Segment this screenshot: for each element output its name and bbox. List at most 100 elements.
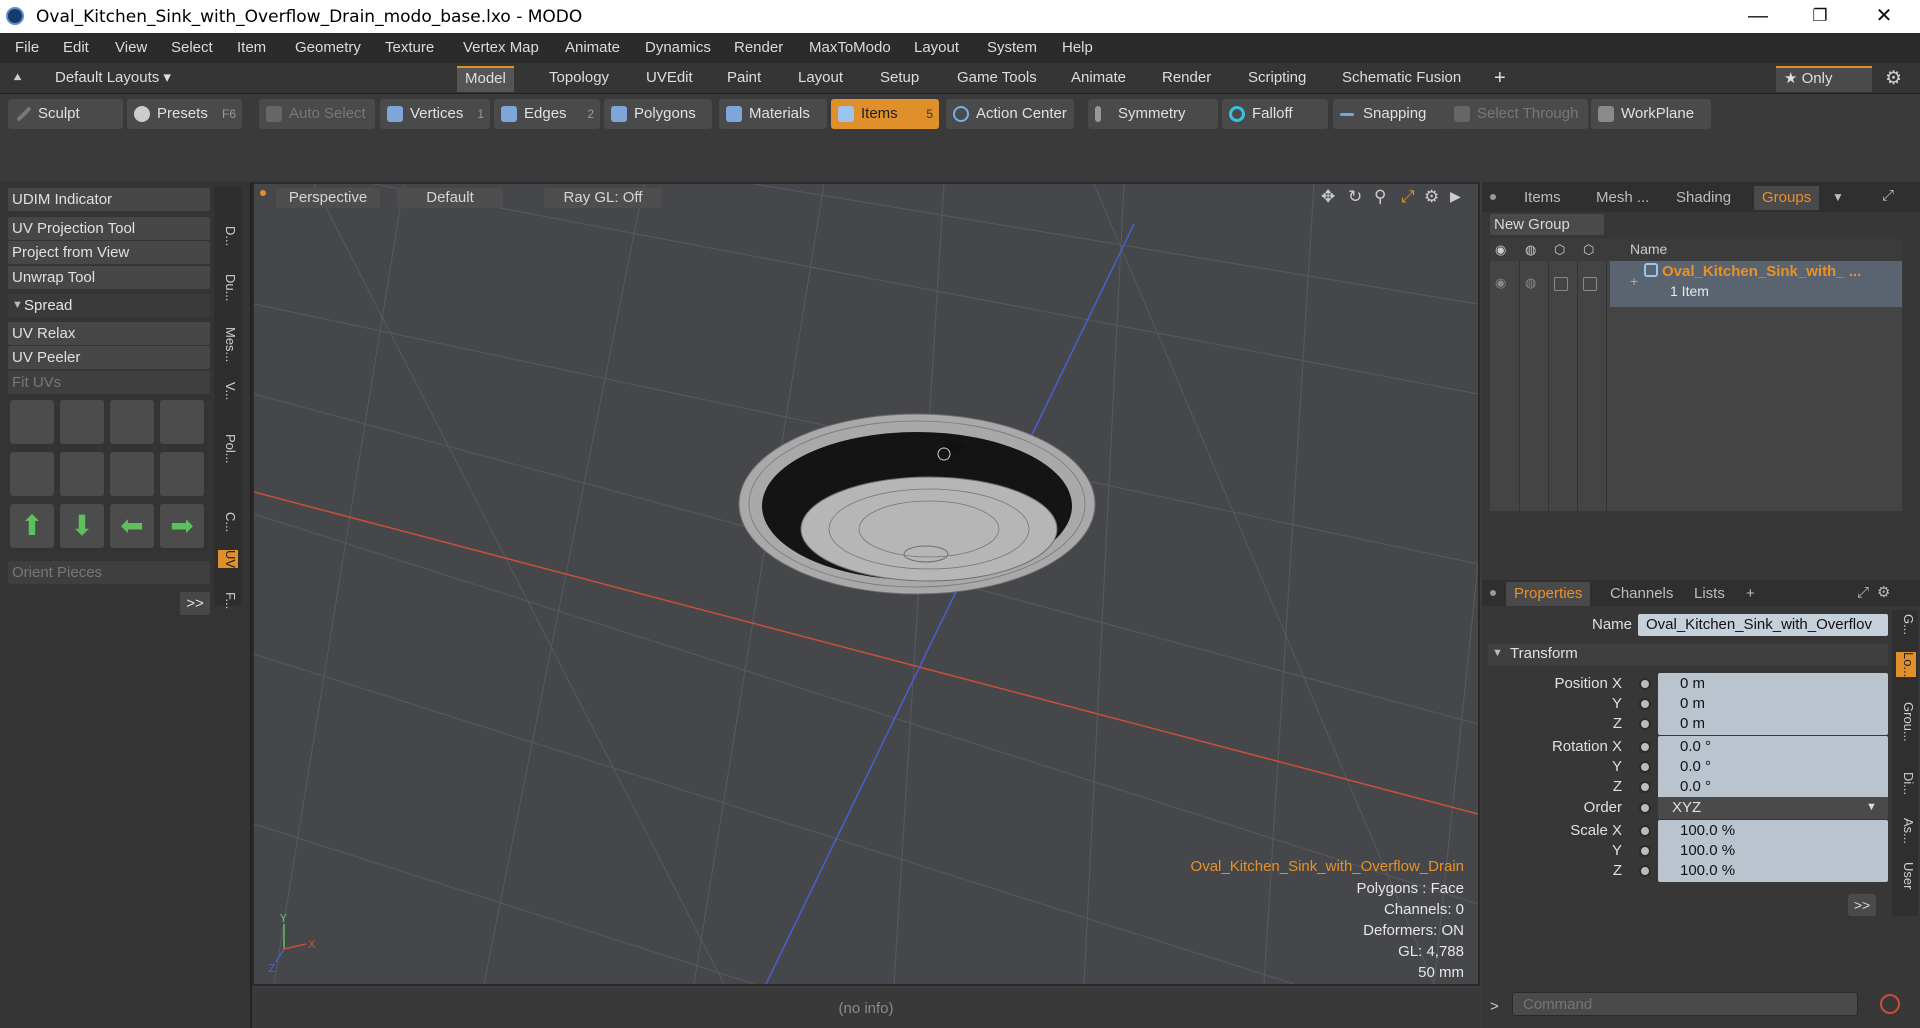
tab-animate[interactable]: Animate <box>1063 66 1134 90</box>
tab-channels[interactable]: Channels <box>1602 582 1681 606</box>
properties-more-button[interactable]: >> <box>1848 894 1876 916</box>
uv-sphere-icon[interactable] <box>10 452 54 496</box>
spread-section[interactable]: Spread <box>8 294 210 317</box>
scale-y-key[interactable] <box>1639 845 1651 857</box>
rvtab-grou[interactable]: Grou... <box>1896 702 1916 742</box>
scale-z-field[interactable]: 100.0 % <box>1658 860 1888 882</box>
shading-dropdown[interactable]: Default <box>397 188 503 208</box>
arrow-up-icon[interactable]: ⬆ <box>10 504 54 548</box>
menu-file[interactable]: File <box>15 39 39 56</box>
menu-help[interactable]: Help <box>1062 39 1093 56</box>
tab-mesh[interactable]: Mesh ... <box>1588 186 1657 210</box>
view-type-dropdown[interactable]: Perspective <box>276 188 380 208</box>
orient-pieces-button[interactable]: Orient Pieces <box>8 561 210 584</box>
command-input[interactable] <box>1512 992 1858 1016</box>
name-field[interactable]: Oval_Kitchen_Sink_with_Overflov <box>1638 614 1888 636</box>
rvtab-g[interactable]: G... <box>1896 614 1916 635</box>
add-tab-button[interactable]: + <box>1486 66 1514 90</box>
arrow-right-icon[interactable]: ➡ <box>160 504 204 548</box>
scale-z-key[interactable] <box>1639 865 1651 877</box>
symmetry-button[interactable]: Symmetry <box>1088 99 1218 129</box>
action-center-button[interactable]: Action Center <box>946 99 1074 129</box>
tab-layout[interactable]: Layout <box>790 66 851 90</box>
menu-texture[interactable]: Texture <box>385 39 434 56</box>
position-x-key[interactable] <box>1639 678 1651 690</box>
vertices-button[interactable]: Vertices 1 <box>380 99 490 129</box>
tab-setup[interactable]: Setup <box>872 66 927 90</box>
new-group-button[interactable]: New Group <box>1490 214 1604 235</box>
vtab-c[interactable]: C... <box>218 512 238 532</box>
menu-view[interactable]: View <box>115 39 147 56</box>
gear-icon[interactable]: ⚙ <box>1885 67 1902 90</box>
rotation-y-field[interactable]: 0.0 ° <box>1658 756 1888 778</box>
position-y-field[interactable]: 0 m <box>1658 693 1888 715</box>
close-button[interactable]: ✕ <box>1854 0 1914 33</box>
rotation-y-key[interactable] <box>1639 761 1651 773</box>
uv-box-icon[interactable] <box>160 400 204 444</box>
properties-gear-icon[interactable]: ⚙ <box>1877 583 1890 601</box>
menu-animate[interactable]: Animate <box>565 39 620 56</box>
tab-schematic-fusion[interactable]: Schematic Fusion <box>1334 66 1469 90</box>
menu-layout[interactable]: Layout <box>914 39 959 56</box>
layout-selector[interactable]: Default Layouts ▾ <box>47 66 179 90</box>
vtab-uv[interactable]: UV <box>218 550 238 569</box>
udim-indicator-button[interactable]: UDIM Indicator <box>8 188 210 211</box>
items-button[interactable]: Items 5 <box>831 99 939 129</box>
edges-button[interactable]: Edges 2 <box>494 99 600 129</box>
uv-planar-icon[interactable] <box>60 452 104 496</box>
more-tools-button[interactable]: >> <box>180 592 210 615</box>
minimize-button[interactable]: — <box>1728 0 1788 33</box>
uv-grid-icon[interactable] <box>160 452 204 496</box>
tab-game-tools[interactable]: Game Tools <box>949 66 1045 90</box>
add-properties-tab[interactable]: + <box>1738 582 1763 606</box>
tab-groups[interactable]: Groups <box>1754 186 1820 210</box>
row-eye-icon[interactable]: ◉ <box>1495 275 1506 291</box>
expand-properties-icon[interactable]: ⤢ <box>1857 584 1869 601</box>
position-x-field[interactable]: 0 m <box>1658 673 1888 695</box>
vtab-v[interactable]: V... <box>218 382 238 400</box>
rvtab-as[interactable]: As... <box>1896 818 1916 844</box>
tab-items[interactable]: Items <box>1516 186 1569 210</box>
scale-x-key[interactable] <box>1639 825 1651 837</box>
menu-edit[interactable]: Edit <box>63 39 89 56</box>
vtab-pol[interactable]: Pol... <box>218 434 238 464</box>
uv-transform-icon[interactable] <box>10 400 54 444</box>
tab-model[interactable]: Model <box>457 66 514 92</box>
workplane-button[interactable]: WorkPlane <box>1591 99 1711 129</box>
tab-scripting[interactable]: Scripting <box>1240 66 1314 90</box>
unwrap-tool-button[interactable]: Unwrap Tool <box>8 266 210 289</box>
select-through-button[interactable]: Select Through <box>1447 99 1588 129</box>
materials-button[interactable]: Materials <box>719 99 827 129</box>
rvtab-user[interactable]: User <box>1896 862 1916 889</box>
presets-button[interactable]: Presets F6 <box>127 99 242 129</box>
tabs-dropdown-icon[interactable]: ▼ <box>1832 190 1844 204</box>
maximize-button[interactable]: ❐ <box>1790 0 1850 33</box>
rvtab-di[interactable]: Di... <box>1896 772 1916 795</box>
tab-shading[interactable]: Shading <box>1668 186 1739 210</box>
properties-menu-icon[interactable] <box>1490 590 1496 596</box>
uv-perspective-icon[interactable] <box>110 452 154 496</box>
menu-select[interactable]: Select <box>171 39 213 56</box>
name-column-header[interactable]: Name <box>1630 241 1667 257</box>
3d-viewport[interactable]: Y X Z Perspective Default Ray GL: Off ✥ … <box>252 182 1480 986</box>
fit-view-icon[interactable]: ⤢ <box>1401 187 1415 207</box>
menu-render[interactable]: Render <box>734 39 783 56</box>
viewport-menu-icon[interactable] <box>260 190 266 196</box>
record-icon[interactable] <box>1880 994 1900 1014</box>
group-name[interactable]: Oval_Kitchen_Sink_with_ ... <box>1662 263 1861 280</box>
menu-geometry[interactable]: Geometry <box>295 39 361 56</box>
position-z-key[interactable] <box>1639 718 1651 730</box>
tab-uvedit[interactable]: UVEdit <box>638 66 701 90</box>
order-key[interactable] <box>1639 802 1651 814</box>
arrow-left-icon[interactable]: ⬅ <box>110 504 154 548</box>
vtab-d[interactable]: D... <box>218 226 238 246</box>
scale-x-field[interactable]: 100.0 % <box>1658 820 1888 842</box>
position-z-field[interactable]: 0 m <box>1658 713 1888 735</box>
fit-uvs-button[interactable]: Fit UVs <box>8 371 210 394</box>
uv-scale-icon[interactable] <box>110 400 154 444</box>
arrow-down-icon[interactable]: ⬇ <box>60 504 104 548</box>
raygl-toggle[interactable]: Ray GL: Off <box>544 188 662 208</box>
snapping-button[interactable]: Snapping <box>1333 99 1449 129</box>
menu-maxtomodo[interactable]: MaxToModo <box>809 39 891 56</box>
rvtab-lo[interactable]: Lo... <box>1896 652 1916 678</box>
